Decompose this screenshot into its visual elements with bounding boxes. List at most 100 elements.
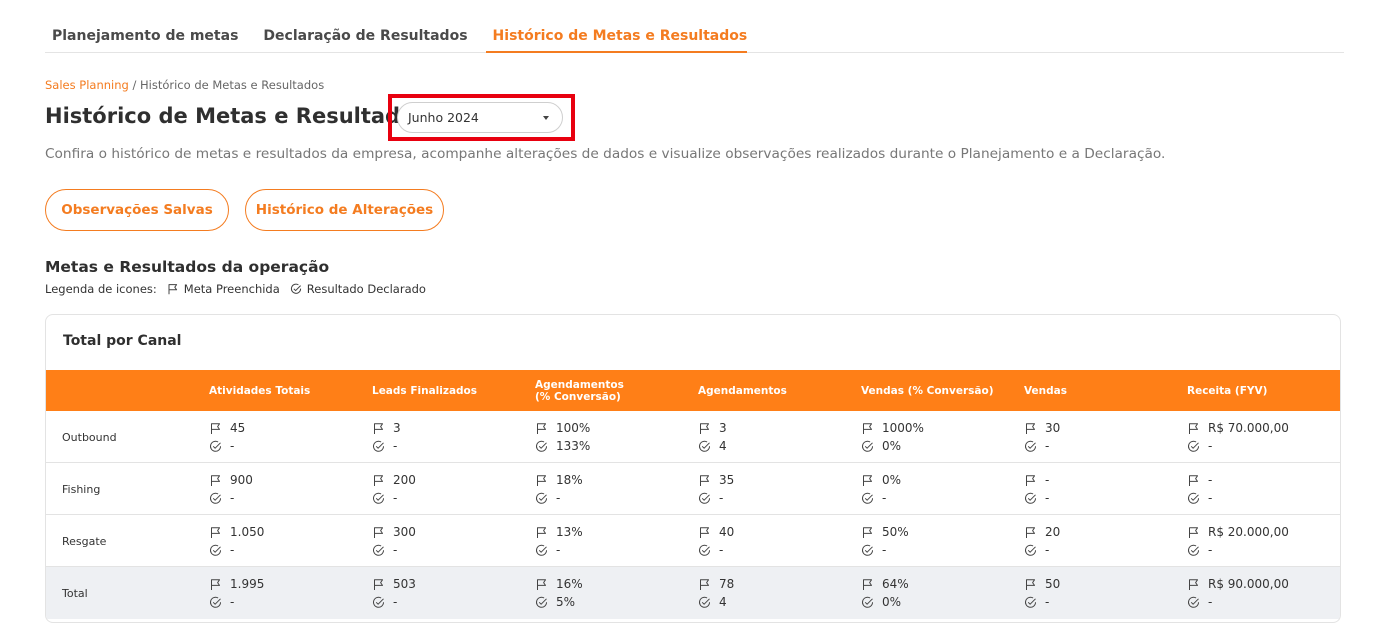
resultado-value: - [861,489,901,507]
resultado-text: 5% [556,595,576,609]
resultado-value: - [372,593,416,611]
period-select-value: Junho 2024 [408,110,479,125]
meta-value: 16% [535,575,583,593]
meta-value: 1.050 [209,523,264,541]
breadcrumb-separator: / [128,78,140,92]
flag-icon [1187,526,1200,539]
resultado-text: - [556,491,561,505]
meta-value: R$ 70.000,00 [1187,419,1289,437]
meta-text: 1000% [882,421,924,435]
resultado-text: - [393,595,398,609]
check-circle-icon [698,596,711,609]
resultado-text: - [1208,439,1213,453]
tab-historico-de-metas-e-resultados[interactable]: Histórico de Metas e Resultados [485,14,748,53]
table-total-row: Total 1.995-503-16% 5% 78 4 64% 0% 50- R$ 90.000… [46,567,1340,619]
flag-icon [1187,578,1200,591]
meta-text: 16% [556,577,583,591]
table-cell: 1.050 - [209,523,264,559]
check-circle-icon [1187,544,1200,557]
check-circle-icon [209,544,222,557]
resultado-text: - [230,439,235,453]
resultado-text: - [719,543,724,557]
meta-text: 20 [1045,525,1061,539]
meta-text: 78 [719,577,735,591]
resultado-text: - [393,543,398,557]
resultado-value: - [209,437,245,455]
flag-icon [861,422,874,435]
check-circle-icon [209,492,222,505]
resultado-value: 0% [861,593,909,611]
resultado-value: - [1187,489,1212,507]
flag-icon [372,474,385,487]
meta-text: 3 [393,421,401,435]
flag-icon [861,474,874,487]
flag-icon [1187,422,1200,435]
meta-value: 45 [209,419,245,437]
resultado-text: - [1208,491,1213,505]
column-header: Receita (FYV) [1187,384,1268,397]
check-circle-icon [1187,492,1200,505]
resultado-value: - [1187,593,1289,611]
meta-text: 503 [393,577,416,591]
meta-value: 35 [698,471,734,489]
row-label: Fishing [62,482,101,496]
icon-legend: Legenda de icones: Meta Preenchida Resul… [45,282,426,296]
resultado-text: - [1045,439,1050,453]
table-cell: 16% 5% [535,575,583,611]
meta-text: 300 [393,525,416,539]
resultado-text: 0% [882,595,902,609]
check-circle-icon [372,596,385,609]
check-circle-icon [372,544,385,557]
resultado-text: - [719,491,724,505]
column-header-line: Agendamentos [535,378,624,391]
table-cell: 1.995 - [209,575,264,611]
resultado-text: 4 [719,595,727,609]
meta-text: 100% [556,421,591,435]
flag-icon [372,526,385,539]
resultado-value: 4 [698,593,734,611]
meta-value: 1000% [861,419,924,437]
flag-icon [698,578,711,591]
resultado-value: - [1024,541,1060,559]
table-cell: R$ 20.000,00 - [1187,523,1289,559]
check-circle-icon [698,544,711,557]
historico-de-alteracoes-button[interactable]: Histórico de Alterações [245,189,444,231]
tab-planejamento-de-metas[interactable]: Planejamento de metas [45,14,238,53]
resultado-value: - [1024,593,1060,611]
caret-down-icon [543,116,549,120]
resultado-text: - [1045,595,1050,609]
resultado-text: - [230,491,235,505]
meta-text: 3 [719,421,727,435]
flag-icon [209,474,222,487]
table-cell: -- [1187,471,1212,507]
resultado-value: - [372,541,416,559]
resultado-text: - [1045,491,1050,505]
page-subtitle: Confira o histórico de metas e resultado… [45,146,1166,162]
meta-value: 900 [209,471,253,489]
table-cell: 40 - [698,523,734,559]
flag-icon [535,526,548,539]
period-select[interactable]: Junho 2024 [397,102,563,133]
resultado-text: - [230,543,235,557]
check-circle-icon [535,596,548,609]
meta-value: - [1024,471,1049,489]
resultado-value: - [209,489,253,507]
table-cell: 20 - [1024,523,1060,559]
resultado-value: - [535,489,583,507]
table-row: Resgate 1.050-300-13% -40-50% -20- R$ 20.000… [46,515,1340,567]
resultado-value: - [535,541,583,559]
meta-text: 35 [719,473,735,487]
row-label: Total [62,586,88,600]
observacoes-salvas-button[interactable]: Observações Salvas [45,189,229,231]
meta-text: R$ 90.000,00 [1208,577,1289,591]
resultado-text: - [1208,543,1213,557]
table-cell: 900 - [209,471,253,507]
resultado-value: 133% [535,437,590,455]
meta-text: R$ 70.000,00 [1208,421,1289,435]
resultado-text: 4 [719,439,727,453]
breadcrumb-link-sales-planning[interactable]: Sales Planning [45,78,129,92]
flag-icon [1187,474,1200,487]
tab-declaracao-de-resultados[interactable]: Declaração de Resultados [256,14,467,53]
meta-value: 78 [698,575,734,593]
resultado-text: - [1208,595,1213,609]
